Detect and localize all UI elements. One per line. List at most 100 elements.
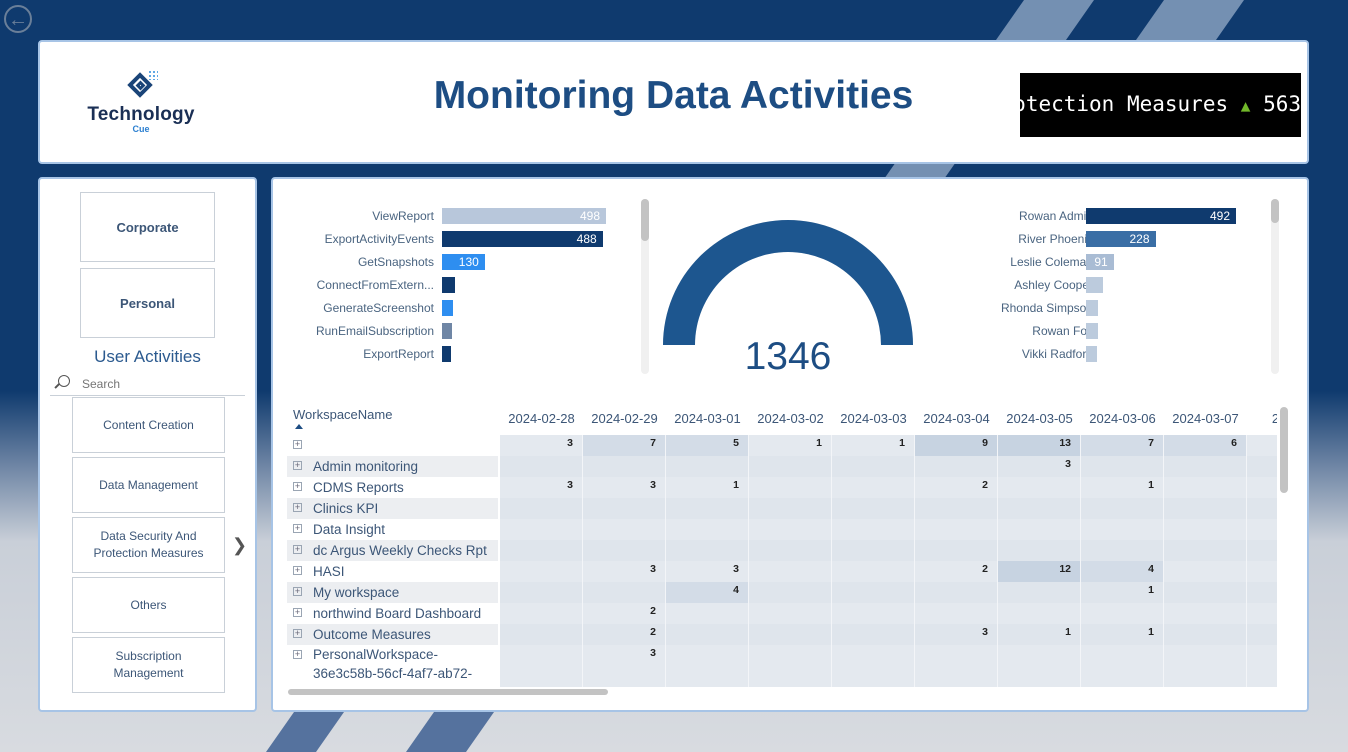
date-column-header[interactable]: 2024- (1247, 411, 1277, 435)
bar[interactable]: 91 (1086, 254, 1114, 270)
bar[interactable]: 492 (1086, 208, 1236, 224)
bar-row[interactable]: ExportReport (273, 346, 653, 362)
table-row[interactable]: Admin monitoring +3 (287, 456, 1277, 477)
bar[interactable] (1086, 300, 1099, 316)
activity-chart-scrollbar[interactable] (641, 199, 649, 374)
bar[interactable] (442, 346, 451, 362)
workspace-name-cell: Admin monitoring (287, 456, 498, 477)
bar-row[interactable]: ConnectFromExtern... (273, 277, 653, 293)
expand-plus-icon[interactable]: + (293, 482, 302, 491)
table-row[interactable]: northwind Board Dashboard +2 (287, 603, 1277, 624)
scroll-thumb[interactable] (641, 199, 649, 241)
back-arrow-icon[interactable]: ← (4, 5, 32, 33)
user-chart-scrollbar[interactable] (1271, 199, 1279, 374)
value-cell: 5 (666, 435, 749, 456)
bar[interactable]: 228 (1086, 231, 1156, 247)
activity-data-management[interactable]: Data Management (72, 457, 225, 513)
bar[interactable] (1086, 323, 1098, 339)
table-row[interactable]: +3 7 5 1 1 9 13 7 6 (287, 435, 1277, 456)
expand-plus-icon[interactable]: + (293, 545, 302, 554)
corporate-button[interactable]: Corporate (80, 192, 215, 262)
bar[interactable] (1086, 346, 1097, 362)
bar-row[interactable]: Rowan Fox (933, 323, 1273, 339)
value-cell (500, 603, 583, 624)
activity-subscription-management[interactable]: Subscription Management (72, 637, 225, 693)
value-cell: 1 (666, 477, 749, 498)
value-cell (1164, 624, 1247, 645)
personal-button[interactable]: Personal (80, 268, 215, 338)
bar[interactable]: 498 (442, 208, 606, 224)
search-icon (58, 375, 70, 387)
value-cell (915, 519, 998, 540)
date-column-header[interactable]: 2024-02-28 (500, 411, 583, 435)
bar[interactable] (442, 323, 452, 339)
table-row[interactable]: My workspace +4 1 (287, 582, 1277, 603)
table-row[interactable]: HASI +3 3 2 12 4 (287, 561, 1277, 582)
expand-plus-icon[interactable]: + (293, 650, 302, 659)
bar[interactable] (1086, 277, 1103, 293)
bar-row[interactable]: Rhonda Simpson (933, 300, 1273, 316)
value-cell (1081, 456, 1164, 477)
table-row[interactable]: Clinics KPI + (287, 498, 1277, 519)
table-row[interactable]: PersonalWorkspace-36e3c58b-56cf-4af7-ab7… (287, 645, 1277, 687)
matrix-horizontal-scrollbar[interactable] (288, 689, 608, 695)
date-column-header[interactable]: 2024-03-07 (1164, 411, 1247, 435)
search-input[interactable] (80, 376, 234, 392)
value-cell (583, 519, 666, 540)
value-cell (1164, 498, 1247, 519)
expand-plus-icon[interactable]: + (293, 629, 302, 638)
value-cell (1164, 603, 1247, 624)
value-cell: 3 (583, 645, 666, 687)
date-column-header[interactable]: 2024-03-02 (749, 411, 832, 435)
activity-others[interactable]: Others (72, 577, 225, 633)
date-column-header[interactable]: 2024-03-01 (666, 411, 749, 435)
bar-row[interactable]: GetSnapshots 130 (273, 254, 653, 270)
bar[interactable] (442, 300, 453, 316)
expand-plus-icon[interactable]: + (293, 608, 302, 617)
bar[interactable]: 488 (442, 231, 603, 247)
expand-plus-icon[interactable]: + (293, 566, 302, 575)
date-column-header[interactable]: 2024-02-29 (583, 411, 666, 435)
bar-row[interactable]: Vikki Radford (933, 346, 1273, 362)
bar-label: GetSnapshots (357, 255, 434, 269)
bar-row[interactable]: Ashley Cooper (933, 277, 1273, 293)
bar-row[interactable]: Leslie Coleman 91 (933, 254, 1273, 270)
value-cell: 6 (1164, 435, 1247, 456)
bar-row[interactable]: River Phoenix 228 (933, 231, 1273, 247)
workspace-name-header[interactable]: WorkspaceName (293, 407, 392, 431)
matrix-vertical-scrollbar[interactable] (1280, 407, 1288, 493)
expand-plus-icon[interactable]: + (293, 440, 302, 449)
expand-plus-icon[interactable]: + (293, 461, 302, 470)
bar[interactable]: 130 (442, 254, 485, 270)
expand-plus-icon[interactable]: + (293, 524, 302, 533)
value-cell: 3 (915, 624, 998, 645)
bar[interactable] (442, 277, 455, 293)
expand-plus-icon[interactable]: + (293, 587, 302, 596)
date-column-header[interactable]: 2024-03-03 (832, 411, 915, 435)
date-column-header[interactable]: 2024-03-05 (998, 411, 1081, 435)
bar-row[interactable]: GenerateScreenshot (273, 300, 653, 316)
activity-data-security[interactable]: Data Security And Protection Measures (72, 517, 225, 573)
value-cell (998, 645, 1081, 687)
value-cell (749, 498, 832, 519)
value-cell: 3 (998, 456, 1081, 477)
bar-row[interactable]: ExportActivityEvents 488 (273, 231, 653, 247)
bar-row[interactable]: RunEmailSubscription (273, 323, 653, 339)
scroll-thumb[interactable] (1271, 199, 1279, 223)
table-row[interactable]: dc Argus Weekly Checks Rpt + (287, 540, 1277, 561)
date-column-header[interactable]: 2024-03-04 (915, 411, 998, 435)
table-row[interactable]: Outcome Measures +2 3 1 1 (287, 624, 1277, 645)
table-row[interactable]: Data Insight + (287, 519, 1277, 540)
search-box[interactable] (50, 373, 245, 396)
bar-row[interactable]: ViewReport 498 (273, 208, 653, 224)
chevron-right-icon[interactable]: ❯ (232, 535, 247, 555)
value-cell (666, 603, 749, 624)
table-row[interactable]: CDMS Reports +3 3 1 2 1 (287, 477, 1277, 498)
bar-row[interactable]: Rowan Admin 492 (933, 208, 1273, 224)
value-cell (998, 540, 1081, 561)
activity-content-creation[interactable]: Content Creation (72, 397, 225, 453)
expand-plus-icon[interactable]: + (293, 503, 302, 512)
value-cell (583, 498, 666, 519)
date-column-header[interactable]: 2024-03-06 (1081, 411, 1164, 435)
value-cell (1247, 435, 1277, 456)
